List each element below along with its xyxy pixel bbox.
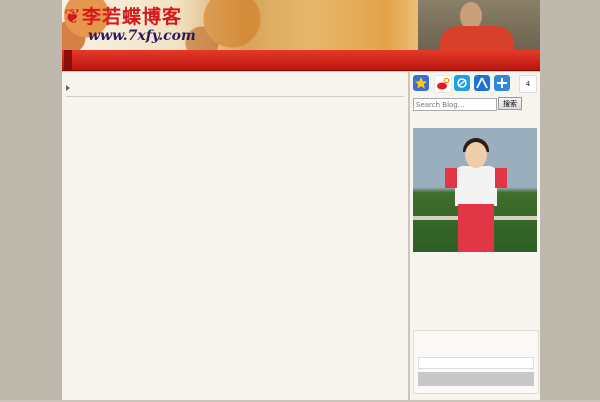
- renren-icon[interactable]: [474, 75, 490, 91]
- header-banner: ❦ 李若蝶博客 www.7xfy.com: [62, 0, 540, 50]
- site-logo-url[interactable]: www.7xfy.com: [88, 28, 196, 44]
- login-box: [413, 330, 539, 394]
- banner-tree-middle: [182, 0, 282, 50]
- post-paragraph: [66, 154, 404, 162]
- site-logo-text[interactable]: 李若蝶博客: [82, 2, 182, 29]
- nav-item-home[interactable]: [64, 50, 72, 70]
- search-button[interactable]: 搜索: [498, 97, 522, 110]
- post-link-green[interactable]: [66, 274, 404, 282]
- photo-sleeve-left: [445, 168, 457, 188]
- post-link[interactable]: [66, 394, 404, 402]
- profile-line: [413, 321, 537, 329]
- photo-pants: [458, 204, 494, 252]
- profile-line: [413, 310, 537, 318]
- post-paragraph: [66, 124, 404, 132]
- page-background-right: [538, 0, 600, 400]
- star-icon[interactable]: [413, 75, 429, 91]
- banner-model-shirt: [440, 26, 514, 50]
- post-link-green[interactable]: [66, 304, 404, 312]
- post-paragraph: [66, 169, 404, 177]
- profile-line: [413, 255, 537, 263]
- post-byline: [88, 109, 426, 117]
- title-arrow-icon: [66, 85, 70, 91]
- plus-icon[interactable]: [494, 75, 510, 91]
- profile-line: [413, 288, 537, 296]
- post-link-green[interactable]: [66, 244, 404, 252]
- post-paragraph: [66, 139, 404, 147]
- profile-line: [413, 299, 537, 307]
- share-count-badge: 4: [519, 75, 537, 93]
- profile-line: [413, 277, 537, 285]
- login-title-line-1: [418, 335, 534, 343]
- login-title-line-2: [418, 344, 534, 352]
- profile-line: [413, 266, 537, 274]
- title-divider: [66, 96, 404, 97]
- post-link-green[interactable]: [66, 379, 404, 387]
- post-link-green[interactable]: [66, 229, 404, 237]
- post-paragraph: [66, 184, 404, 192]
- post-link-green[interactable]: [66, 319, 404, 327]
- banner-model-photo: [418, 0, 540, 50]
- sidebar: 4 搜索: [410, 72, 540, 400]
- weibo-icon[interactable]: [434, 75, 452, 93]
- sidebar-photo[interactable]: [413, 128, 537, 252]
- post-link-green[interactable]: [66, 364, 404, 372]
- logo-leaf-icon: ❦: [64, 4, 81, 28]
- post-link-green[interactable]: [66, 349, 404, 357]
- post-link[interactable]: [66, 289, 404, 297]
- post-content: [62, 72, 408, 400]
- qzone-icon[interactable]: [454, 75, 470, 91]
- login-button[interactable]: [418, 372, 534, 386]
- post-link-green[interactable]: [66, 334, 404, 342]
- page-background-left: [0, 0, 62, 400]
- login-input[interactable]: [418, 357, 534, 369]
- photo-shirt: [455, 166, 497, 206]
- main-nav: [62, 50, 540, 71]
- photo-face: [465, 142, 487, 168]
- post-link[interactable]: [66, 214, 404, 222]
- post-paragraph: [66, 199, 404, 207]
- photo-sleeve-right: [495, 168, 507, 188]
- search-input[interactable]: [413, 98, 497, 111]
- post-link-green[interactable]: [66, 259, 404, 267]
